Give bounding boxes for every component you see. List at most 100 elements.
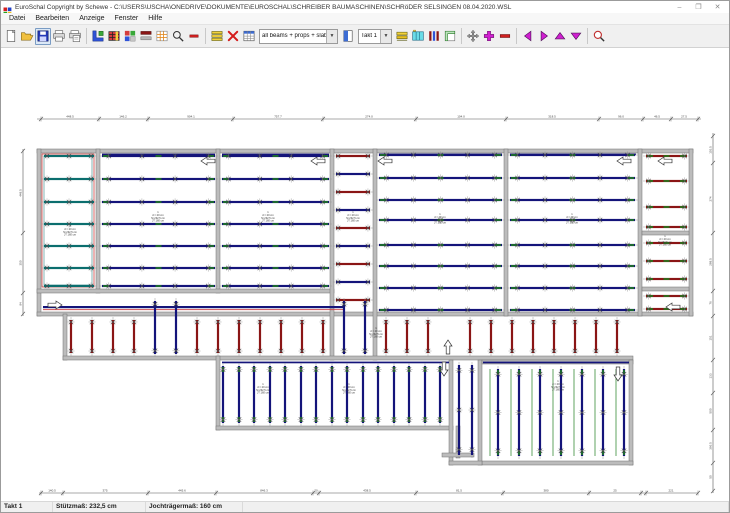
props-plan-button[interactable] xyxy=(426,28,442,45)
delete-x-icon xyxy=(226,29,240,43)
room-label: 1d = 20 cmSt 232,5 cmJT 160 cm xyxy=(369,326,383,339)
status-cell-1: Stützmaß: 232,5 cm xyxy=(53,502,146,512)
room-label: 1d = 20 cmSt 232,5 cmJT 160 cm xyxy=(151,210,165,223)
measure-corner-button[interactable] xyxy=(90,28,106,45)
room-label: 1d = 20 cmSt 232,5 cmJT 160 cm xyxy=(433,212,447,225)
pan-move-icon xyxy=(466,29,480,43)
zoom-window-button[interactable] xyxy=(591,28,607,45)
wall-accents-layer xyxy=(42,154,636,364)
grid-plan-button[interactable] xyxy=(154,28,170,45)
menu-item-fenster[interactable]: Fenster xyxy=(110,13,144,24)
formwork-plan: 448.5146.2904.1757.7274.0104.0318.596.04… xyxy=(1,48,729,501)
print-button[interactable] xyxy=(51,28,67,45)
open-folder-icon xyxy=(20,29,34,43)
menu-item-datei[interactable]: Datei xyxy=(4,13,30,24)
direction-arrow xyxy=(311,157,325,165)
svg-text:904.1: 904.1 xyxy=(187,114,195,118)
application-window: EuroSchal Copyright by Schewe - C:\USERS… xyxy=(0,0,730,513)
delete-x-button[interactable] xyxy=(225,28,241,45)
pan-right-button[interactable] xyxy=(536,28,552,45)
drawing-area[interactable]: 448.5146.2904.1757.7274.0104.0318.596.04… xyxy=(1,48,729,501)
open-folder-button[interactable] xyxy=(19,28,35,45)
table-view-button[interactable] xyxy=(241,28,257,45)
svg-text:20: 20 xyxy=(314,488,318,492)
slab-layers-icon xyxy=(210,29,224,43)
toolbar: all beams + props + slabs▼Takt 1▼ xyxy=(1,25,729,48)
menu-item-bearbeiten[interactable]: Bearbeiten xyxy=(30,13,74,24)
props-plan-icon xyxy=(427,29,441,43)
svg-text:50: 50 xyxy=(709,475,713,479)
measure-corner-icon xyxy=(91,29,105,43)
window-controls: –❐✕ xyxy=(670,2,727,13)
chevron-down-icon[interactable]: ▼ xyxy=(326,30,337,43)
room-door-button[interactable] xyxy=(340,28,356,45)
tiles-button[interactable] xyxy=(122,28,138,45)
direction-arrow xyxy=(378,157,392,165)
grid-cyan-button[interactable] xyxy=(410,28,426,45)
takt-dropdown[interactable]: Takt 1▼ xyxy=(358,29,392,44)
new-file-icon xyxy=(4,29,18,43)
toolbar-separator xyxy=(205,28,206,44)
toolbar-separator xyxy=(461,28,462,44)
room-label: 1d = 20 cmSt 232,5 cmJT 160 cm xyxy=(346,210,360,223)
save-button[interactable] xyxy=(35,28,51,45)
view-filter-dropdown[interactable]: all beams + props + slabs▼ xyxy=(259,29,338,44)
print-preview-button[interactable] xyxy=(67,28,83,45)
pan-move-button[interactable] xyxy=(465,28,481,45)
walls-red-icon xyxy=(139,29,153,43)
pan-left-button[interactable] xyxy=(520,28,536,45)
pan-down-button[interactable] xyxy=(568,28,584,45)
grid-plan-icon xyxy=(155,29,169,43)
direction-arrow xyxy=(201,157,215,165)
red-dash-button[interactable] xyxy=(186,28,202,45)
zoom-search-button[interactable] xyxy=(170,28,186,45)
status-cell-0: Takt 1 xyxy=(1,502,53,512)
pan-left-icon xyxy=(521,29,535,43)
svg-text:366.5: 366.5 xyxy=(709,442,713,450)
svg-text:151: 151 xyxy=(709,335,713,340)
svg-text:133: 133 xyxy=(709,373,713,378)
tiles-icon xyxy=(123,29,137,43)
svg-text:380: 380 xyxy=(543,488,548,492)
zoom-minus-button[interactable] xyxy=(497,28,513,45)
slab-layers-button[interactable] xyxy=(209,28,225,45)
svg-text:288.5: 288.5 xyxy=(709,258,713,266)
menu-item-hilfe[interactable]: Hilfe xyxy=(143,13,167,24)
svg-text:445.6: 445.6 xyxy=(178,488,186,492)
svg-text:81.5: 81.5 xyxy=(456,488,462,492)
pane-new-icon xyxy=(443,29,457,43)
svg-text:350: 350 xyxy=(19,260,23,265)
titlebar: EuroSchal Copyright by Schewe - C:\USERS… xyxy=(1,1,729,13)
grid-3d-button[interactable] xyxy=(106,28,122,45)
toolbar-separator xyxy=(587,28,588,44)
pan-up-icon xyxy=(553,29,567,43)
svg-text:103.5: 103.5 xyxy=(709,146,713,154)
svg-text:25: 25 xyxy=(613,488,617,492)
print-icon xyxy=(52,29,66,43)
zoom-minus-icon xyxy=(498,29,512,43)
maximize-button[interactable]: ❐ xyxy=(689,2,708,13)
direction-arrow xyxy=(658,157,672,165)
window-title: EuroSchal Copyright by Schewe - C:\USERS… xyxy=(15,4,670,11)
zoom-plus-button[interactable] xyxy=(481,28,497,45)
pan-up-button[interactable] xyxy=(552,28,568,45)
status-cell-2: Jochträgermaß: 160 cm xyxy=(146,502,243,512)
slab-stack-button[interactable] xyxy=(394,28,410,45)
direction-arrow xyxy=(614,367,622,381)
props-layer xyxy=(45,151,687,453)
svg-text:318.5: 318.5 xyxy=(548,114,556,118)
pane-new-button[interactable] xyxy=(442,28,458,45)
walls-red-button[interactable] xyxy=(138,28,154,45)
zoom-plus-icon xyxy=(482,29,496,43)
app-logo-icon xyxy=(3,3,12,12)
menubar: DateiBearbeitenAnzeigeFensterHilfe xyxy=(1,13,729,25)
new-file-button[interactable] xyxy=(3,28,19,45)
menu-item-anzeige[interactable]: Anzeige xyxy=(74,13,109,24)
zoom-window-icon xyxy=(592,29,606,43)
svg-text:94: 94 xyxy=(19,302,23,306)
room-door-icon xyxy=(341,29,355,43)
takt-dropdown-value: Takt 1 xyxy=(359,33,380,39)
close-button[interactable]: ✕ xyxy=(708,2,727,13)
minimize-button[interactable]: – xyxy=(670,2,689,13)
chevron-down-icon[interactable]: ▼ xyxy=(380,30,391,43)
